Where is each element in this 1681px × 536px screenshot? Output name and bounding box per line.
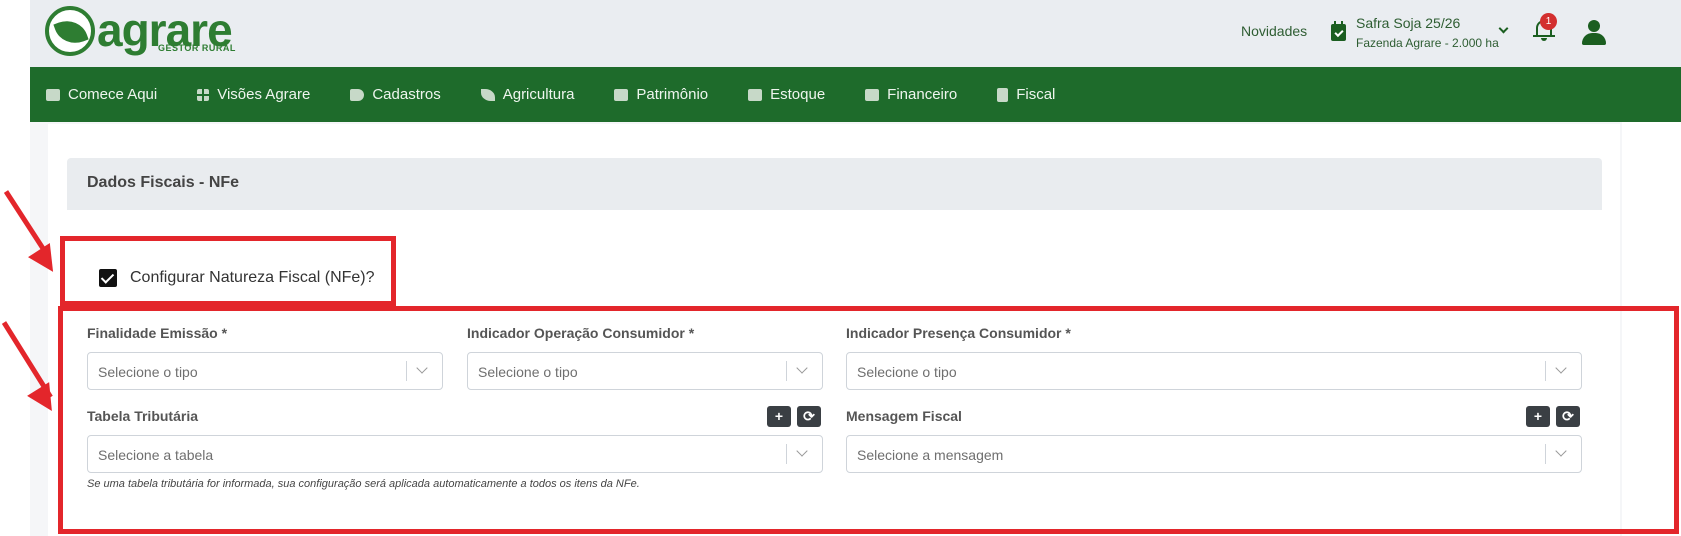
handshake-icon xyxy=(46,88,60,101)
nav-item-financeiro[interactable]: Financeiro xyxy=(865,86,957,103)
safra-selector[interactable]: Safra Soja 25/26 xyxy=(1356,15,1460,31)
user-avatar-icon[interactable] xyxy=(1581,20,1607,46)
nav-label: Estoque xyxy=(770,86,826,103)
page: agrare GESTOR RURAL Novidades Safra Soja… xyxy=(0,0,1681,536)
nav-item-cadastros[interactable]: Cadastros xyxy=(350,86,441,103)
logo-leaf-icon xyxy=(45,6,95,56)
nav-item-fiscal[interactable]: Fiscal xyxy=(997,86,1055,103)
tag-icon xyxy=(350,88,365,101)
card-header xyxy=(67,158,1602,210)
boxes-icon xyxy=(748,88,763,101)
nav-label: Comece Aqui xyxy=(68,86,158,103)
fazenda-label: Fazenda Agrare - 2.000 ha xyxy=(1356,36,1499,50)
leaf-icon xyxy=(480,88,495,101)
top-header xyxy=(30,0,1681,67)
nav-label: Patrimônio xyxy=(636,86,709,103)
nav-item-agricultura[interactable]: Agricultura xyxy=(480,86,575,103)
dashboard-icon xyxy=(197,88,210,101)
nav-item-visoes-agrare[interactable]: Visões Agrare xyxy=(197,86,310,103)
nav-item-patrimonio[interactable]: Patrimônio xyxy=(614,86,708,103)
nav-item-estoque[interactable]: Estoque xyxy=(748,86,825,103)
nav-label: Cadastros xyxy=(372,86,441,103)
logo-subtitle: GESTOR RURAL xyxy=(158,43,236,53)
nav-label: Visões Agrare xyxy=(217,86,311,103)
calendar-check-icon xyxy=(1331,21,1346,41)
document-icon xyxy=(997,87,1009,102)
nav-item-comece-aqui[interactable]: Comece Aqui xyxy=(46,86,157,103)
main-nav: Comece Aqui Visões Agrare Cadastros Agri… xyxy=(30,67,1681,122)
form-highlight-box xyxy=(58,306,1679,534)
tractor-icon xyxy=(614,88,629,101)
novidades-link[interactable]: Novidades xyxy=(1241,23,1307,39)
nav-label: Fiscal xyxy=(1016,86,1056,103)
nav-label: Financeiro xyxy=(887,86,958,103)
hand-money-icon xyxy=(865,88,880,101)
card-title: Dados Fiscais - NFe xyxy=(87,174,240,191)
checkbox-highlight-box xyxy=(60,236,396,306)
nav-label: Agricultura xyxy=(502,86,575,103)
notification-badge: 1 xyxy=(1540,13,1557,30)
